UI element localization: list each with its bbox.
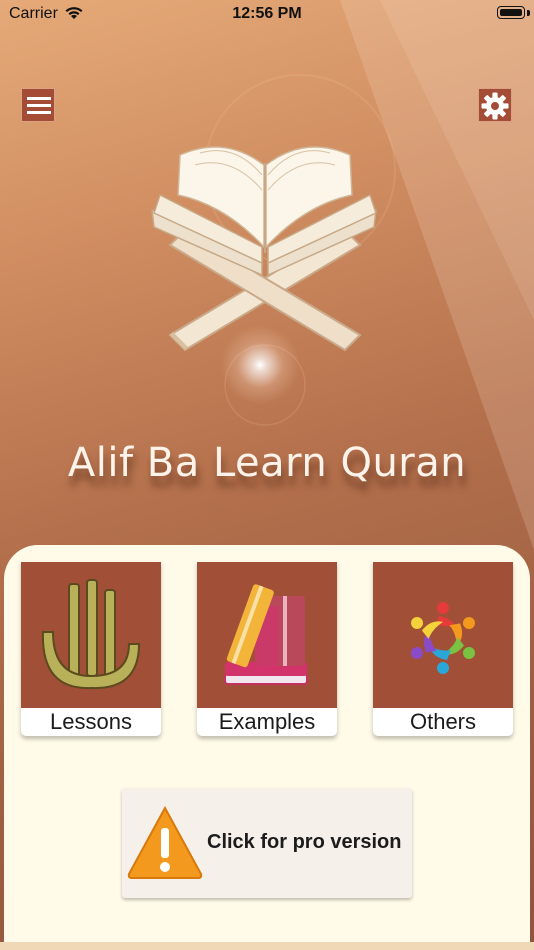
- hamburger-menu-icon[interactable]: [21, 88, 55, 122]
- light-flare: [220, 325, 300, 405]
- warning-icon: [127, 805, 203, 879]
- examples-label: Examples: [218, 709, 316, 734]
- books-icon: [197, 562, 337, 708]
- pro-version-label: Click for pro version: [207, 831, 402, 853]
- others-label: Others: [409, 709, 477, 734]
- clock-time: 12:56 PM: [232, 5, 302, 22]
- bottom-strip: [0, 942, 534, 950]
- others-tile[interactable]: Others: [373, 562, 513, 736]
- lessons-tile[interactable]: Lessons: [21, 562, 161, 736]
- colorful-people-circle-icon: [373, 562, 513, 708]
- battery-icon: [497, 6, 525, 19]
- examples-tile[interactable]: Examples: [197, 562, 337, 736]
- status-bar: Carrier 12:56 PM: [0, 0, 534, 28]
- pro-version-button[interactable]: Click for pro version: [122, 788, 412, 898]
- battery-tip: [527, 10, 530, 16]
- app-screen: Carrier 12:56 PM Alif Ba Learn Quran Les…: [0, 0, 534, 950]
- lessons-label: Lessons: [50, 709, 132, 734]
- app-title: Alif Ba Learn Quran: [67, 440, 467, 486]
- settings-gear-glyph: [481, 92, 509, 120]
- allah-calligraphy-icon: [21, 562, 161, 708]
- gear-icon[interactable]: [478, 88, 512, 122]
